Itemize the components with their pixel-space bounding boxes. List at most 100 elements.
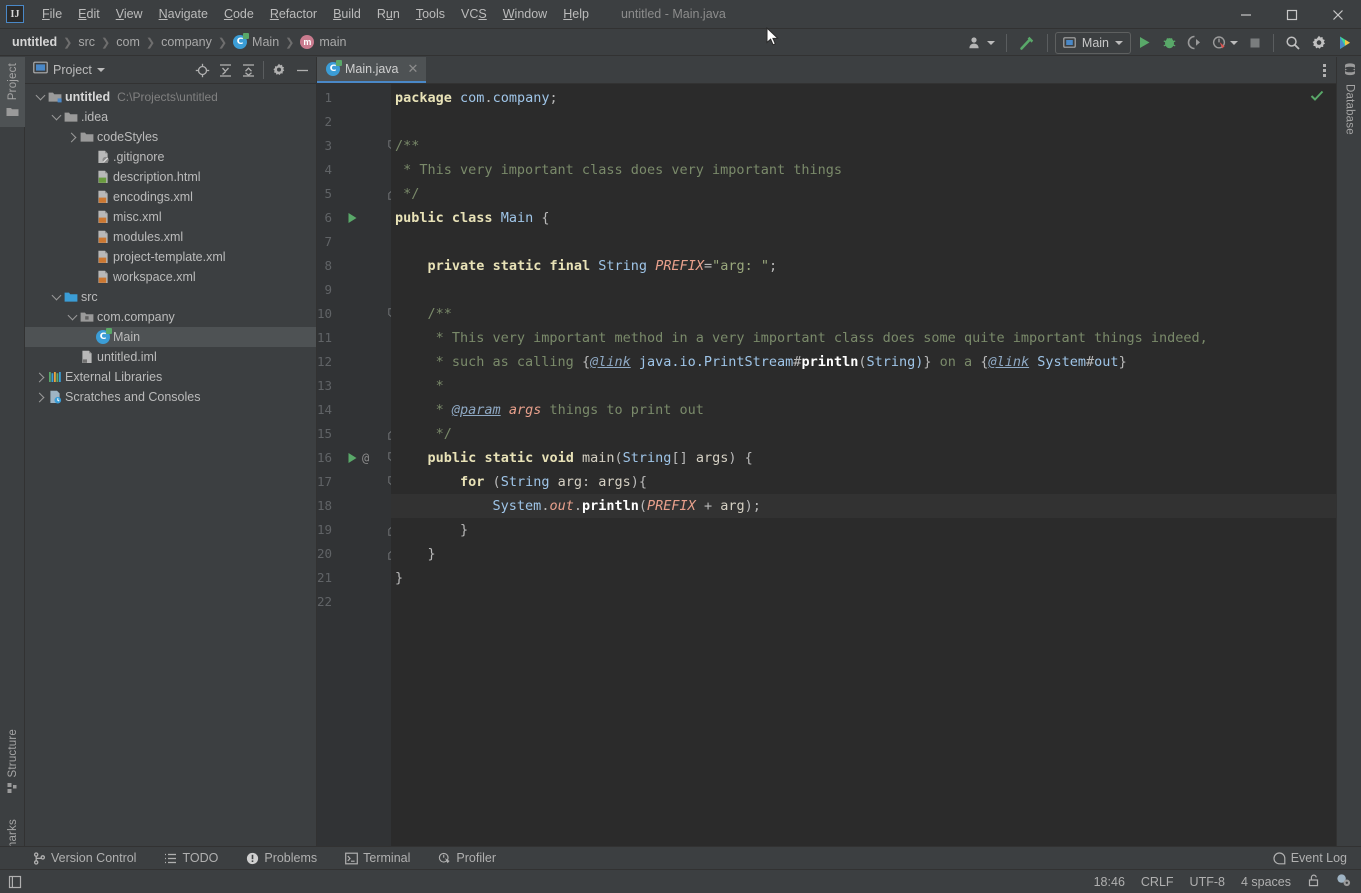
tree-item[interactable]: External Libraries	[25, 367, 316, 387]
tree-item[interactable]: com.company	[25, 307, 316, 327]
code-line[interactable]: package com.company;	[395, 86, 558, 110]
run-play-icon[interactable]	[1133, 31, 1156, 54]
line-number[interactable]: 8	[317, 254, 332, 278]
menu-item-build[interactable]: Build	[325, 4, 369, 24]
tree-expander[interactable]	[65, 310, 80, 321]
tree-item-selected[interactable]: C Main	[25, 327, 316, 347]
status-time[interactable]: 18:46	[1094, 875, 1125, 889]
tree-item[interactable]: codeStyles	[25, 127, 316, 147]
build-hammer-icon[interactable]	[1014, 31, 1040, 54]
inspections-level-icon[interactable]	[1336, 873, 1351, 890]
line-number[interactable]: 2	[317, 110, 332, 134]
event-log-button[interactable]: Event Log	[1273, 851, 1347, 865]
line-number[interactable]: 18	[317, 494, 332, 518]
code-line[interactable]: * such as calling {@link java.io.PrintSt…	[395, 350, 1127, 374]
breadcrumb-item-src[interactable]: src	[74, 33, 99, 51]
tree-item[interactable]: Scratches and Consoles	[25, 387, 316, 407]
code-line[interactable]: */	[395, 422, 452, 446]
bottom-tab-version-control[interactable]: Version Control	[30, 850, 139, 866]
menu-item-edit[interactable]: Edit	[70, 4, 108, 24]
run-gutter-icon[interactable]	[347, 446, 358, 470]
code-editor[interactable]: 1 2 3 4 5 6 7 8 9 10 11 12 13 14 15 16 @17 18 19 20 21 22 pac…	[317, 84, 1336, 846]
no-errors-checkmark[interactable]	[1310, 89, 1324, 108]
menu-item-tools[interactable]: Tools	[408, 4, 453, 24]
bottom-tab-terminal[interactable]: Terminal	[342, 850, 413, 866]
unlocked-icon[interactable]	[1307, 874, 1320, 890]
menu-item-view[interactable]: View	[108, 4, 151, 24]
tree-expander[interactable]	[33, 90, 48, 101]
bottom-tab-problems[interactable]: Problems	[243, 850, 320, 866]
tree-item[interactable]: project-template.xml	[25, 247, 316, 267]
search-icon[interactable]	[1281, 31, 1305, 54]
bottom-tab-todo[interactable]: TODO	[161, 850, 221, 866]
tree-item[interactable]: workspace.xml	[25, 267, 316, 287]
chevron-down-icon[interactable]	[67, 310, 78, 321]
menu-item-code[interactable]: Code	[216, 4, 262, 24]
code-line[interactable]: public static void main(String[] args) {	[395, 446, 753, 470]
hide-panel-icon[interactable]	[292, 60, 312, 80]
chevron-down-icon[interactable]	[51, 110, 62, 121]
code-line[interactable]: }	[395, 566, 403, 590]
breadcrumb-item-main[interactable]: m main	[296, 33, 350, 51]
menu-item-help[interactable]: Help	[555, 4, 597, 24]
sidebar-item-project[interactable]: Project	[0, 57, 25, 128]
line-number[interactable]: 12	[317, 350, 332, 374]
breadcrumb-item-com[interactable]: com	[112, 33, 144, 51]
tree-item[interactable]: description.html	[25, 167, 316, 187]
status-line-separator[interactable]: CRLF	[1141, 875, 1174, 889]
tree-item[interactable]: untitled C:\Projects\untitled	[25, 87, 316, 107]
more-options-icon[interactable]	[1319, 60, 1330, 81]
minimize-icon[interactable]	[1223, 0, 1269, 29]
code-line[interactable]: }	[395, 542, 436, 566]
code-line[interactable]: /**	[395, 134, 419, 158]
tree-expander[interactable]	[33, 372, 48, 382]
chevron-right-icon[interactable]	[66, 132, 77, 142]
line-number[interactable]: 19	[317, 518, 332, 542]
line-number[interactable]: 22	[317, 590, 332, 614]
run-gutter-icon[interactable]	[347, 206, 358, 230]
collapse-all-icon[interactable]	[238, 60, 258, 80]
close-icon[interactable]	[1315, 0, 1361, 29]
tree-item[interactable]: modules.xml	[25, 227, 316, 247]
debug-bug-icon[interactable]	[1158, 31, 1181, 54]
line-number[interactable]: 9	[317, 278, 332, 302]
line-number[interactable]: 11	[317, 326, 332, 350]
tree-expander[interactable]	[49, 110, 64, 121]
tree-item[interactable]: misc.xml	[25, 207, 316, 227]
line-number[interactable]: 15	[317, 422, 332, 446]
line-number[interactable]: 16	[317, 446, 332, 470]
sidebar-item-database[interactable]: Database	[1337, 57, 1361, 141]
editor-gutter[interactable]: 1 2 3 4 5 6 7 8 9 10 11 12 13 14 15 16 @17 18 19 20 21 22	[317, 84, 399, 846]
breadcrumb-item-company[interactable]: company	[157, 33, 216, 51]
menu-item-navigate[interactable]: Navigate	[151, 4, 216, 24]
menu-item-vcs[interactable]: VCS	[453, 4, 495, 24]
line-number[interactable]: 7	[317, 230, 332, 254]
code-line[interactable]: * This very important method in a very i…	[395, 326, 1208, 350]
settings-gear-icon[interactable]	[269, 60, 289, 80]
code-line[interactable]: *	[395, 374, 444, 398]
expand-all-icon[interactable]	[215, 60, 235, 80]
menu-item-refactor[interactable]: Refactor	[262, 4, 325, 24]
tree-expander[interactable]	[65, 132, 80, 142]
code-line[interactable]: * @param args things to print out	[395, 398, 704, 422]
line-number[interactable]: 4	[317, 158, 332, 182]
chevron-down-icon[interactable]	[51, 290, 62, 301]
line-number[interactable]: 3	[317, 134, 332, 158]
override-marker-icon[interactable]: @	[362, 446, 369, 470]
tree-item[interactable]: untitled.iml	[25, 347, 316, 367]
code-line[interactable]: /**	[395, 302, 452, 326]
line-number[interactable]: 10	[317, 302, 332, 326]
tree-item[interactable]: encodings.xml	[25, 187, 316, 207]
code-line[interactable]: private static final String PREFIX="arg:…	[395, 254, 778, 278]
status-encoding[interactable]: UTF-8	[1190, 875, 1225, 889]
chevron-right-icon[interactable]	[34, 372, 45, 382]
line-number[interactable]: 1	[317, 86, 332, 110]
tree-item[interactable]: .gitignore	[25, 147, 316, 167]
code-line[interactable]: */	[395, 182, 419, 206]
gear-icon[interactable]	[1307, 31, 1331, 54]
line-number[interactable]: 6	[317, 206, 332, 230]
profiler-icon[interactable]	[1208, 31, 1242, 54]
menu-item-file[interactable]: File	[34, 4, 70, 24]
tab-main-java[interactable]: C Main.java ✕	[317, 57, 427, 83]
bottom-tab-profiler[interactable]: Profiler	[435, 850, 499, 866]
